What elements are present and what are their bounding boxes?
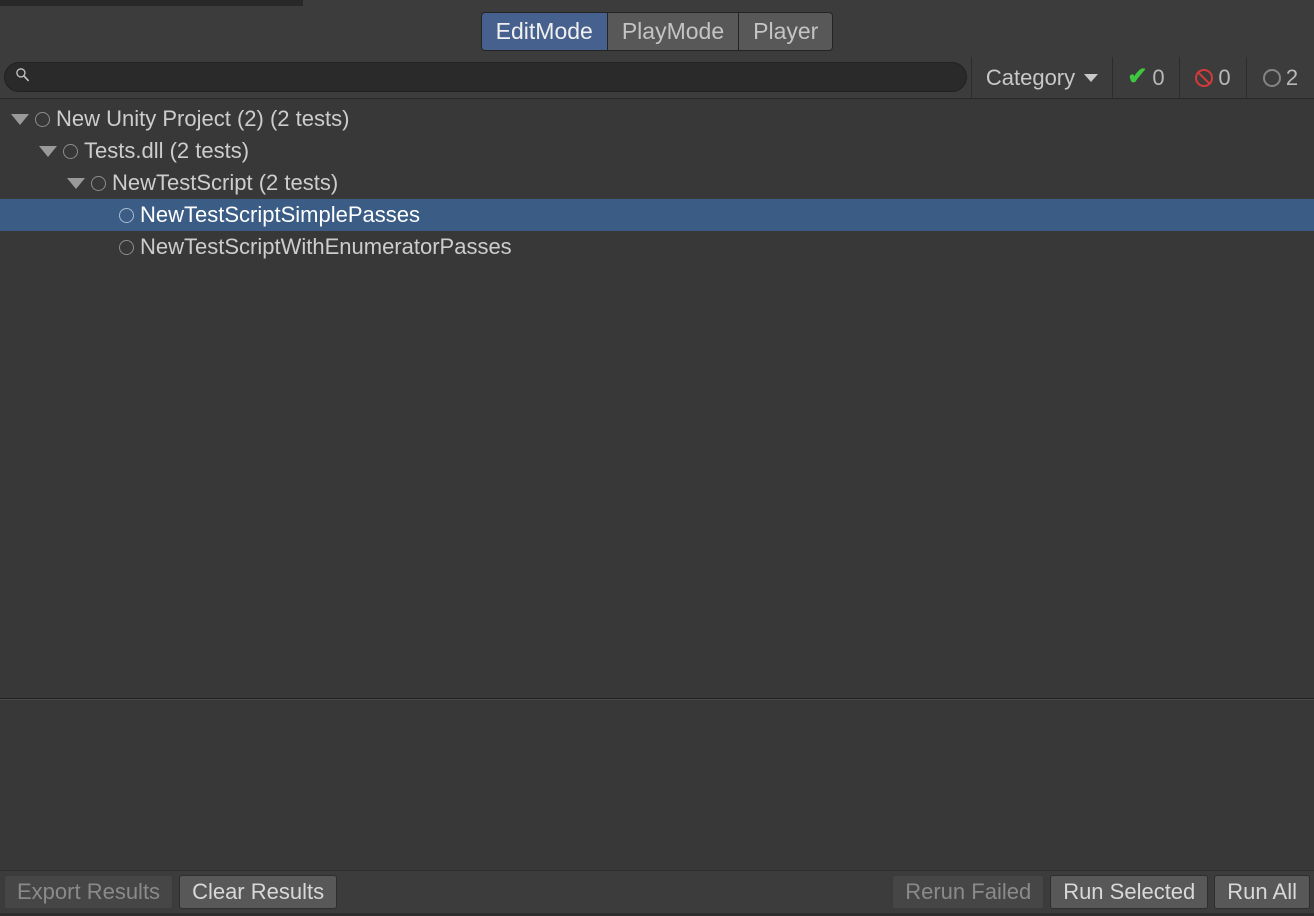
search-container	[0, 57, 971, 98]
rerun-failed-button[interactable]: Rerun Failed	[892, 875, 1044, 909]
deny-icon	[1195, 69, 1213, 87]
category-dropdown[interactable]: Category	[971, 57, 1113, 98]
not-run-circle-icon	[119, 208, 134, 223]
not-run-count: 2	[1286, 65, 1298, 91]
mode-toolbar: EditMode PlayMode Player	[0, 6, 1314, 57]
tree-row-label: New Unity Project (2) (2 tests)	[56, 108, 349, 130]
mode-button-group: EditMode PlayMode Player	[481, 12, 834, 51]
search-box[interactable]	[4, 62, 967, 92]
tree-row[interactable]: NewTestScript (2 tests)	[0, 167, 1314, 199]
tree-row-label: NewTestScript (2 tests)	[112, 172, 338, 194]
chevron-expanded-icon[interactable]	[67, 178, 85, 189]
clear-results-button[interactable]: Clear Results	[179, 875, 337, 909]
chevron-expanded-icon[interactable]	[11, 114, 29, 125]
circle-icon	[1263, 69, 1281, 87]
tab-player[interactable]: Player	[739, 13, 832, 50]
search-icon	[15, 67, 30, 87]
tab-playmode[interactable]: PlayMode	[608, 13, 738, 50]
tree-row[interactable]: Tests.dll (2 tests)	[0, 135, 1314, 167]
not-run-circle-icon	[35, 112, 50, 127]
search-input[interactable]	[36, 68, 956, 85]
tree-row-label: NewTestScriptWithEnumeratorPasses	[140, 236, 512, 258]
test-tree[interactable]: New Unity Project (2) (2 tests) Tests.dll…	[0, 99, 1314, 699]
tree-row-label: Tests.dll (2 tests)	[84, 140, 249, 162]
not-run-circle-icon	[63, 144, 78, 159]
not-run-circle-icon	[119, 240, 134, 255]
tree-row[interactable]: NewTestScriptSimplePasses	[0, 199, 1314, 231]
filter-failed-button[interactable]: 0	[1180, 57, 1247, 98]
run-all-button[interactable]: Run All	[1214, 875, 1310, 909]
chevron-expanded-icon[interactable]	[39, 146, 57, 157]
tree-row[interactable]: New Unity Project (2) (2 tests)	[0, 103, 1314, 135]
filter-not-run-button[interactable]: 2	[1247, 57, 1314, 98]
tree-row-label: NewTestScriptSimplePasses	[140, 204, 420, 226]
filter-passed-button[interactable]: ✔ 0	[1113, 57, 1180, 98]
passed-count: 0	[1152, 65, 1164, 91]
test-details-panel	[0, 699, 1314, 870]
check-icon: ✔	[1127, 66, 1147, 90]
run-selected-button[interactable]: Run Selected	[1050, 875, 1208, 909]
chevron-down-icon	[1084, 74, 1098, 82]
tree-row[interactable]: NewTestScriptWithEnumeratorPasses	[0, 231, 1314, 263]
bottom-toolbar: Export Results Clear Results Rerun Faile…	[0, 870, 1314, 913]
category-label: Category	[986, 65, 1075, 91]
not-run-circle-icon	[91, 176, 106, 191]
failed-count: 0	[1218, 65, 1230, 91]
filter-toolbar: Category ✔ 0 0 2	[0, 57, 1314, 99]
export-results-button[interactable]: Export Results	[4, 875, 173, 909]
tab-editmode[interactable]: EditMode	[482, 13, 607, 50]
test-runner-window: EditMode PlayMode Player Category ✔	[0, 0, 1314, 916]
